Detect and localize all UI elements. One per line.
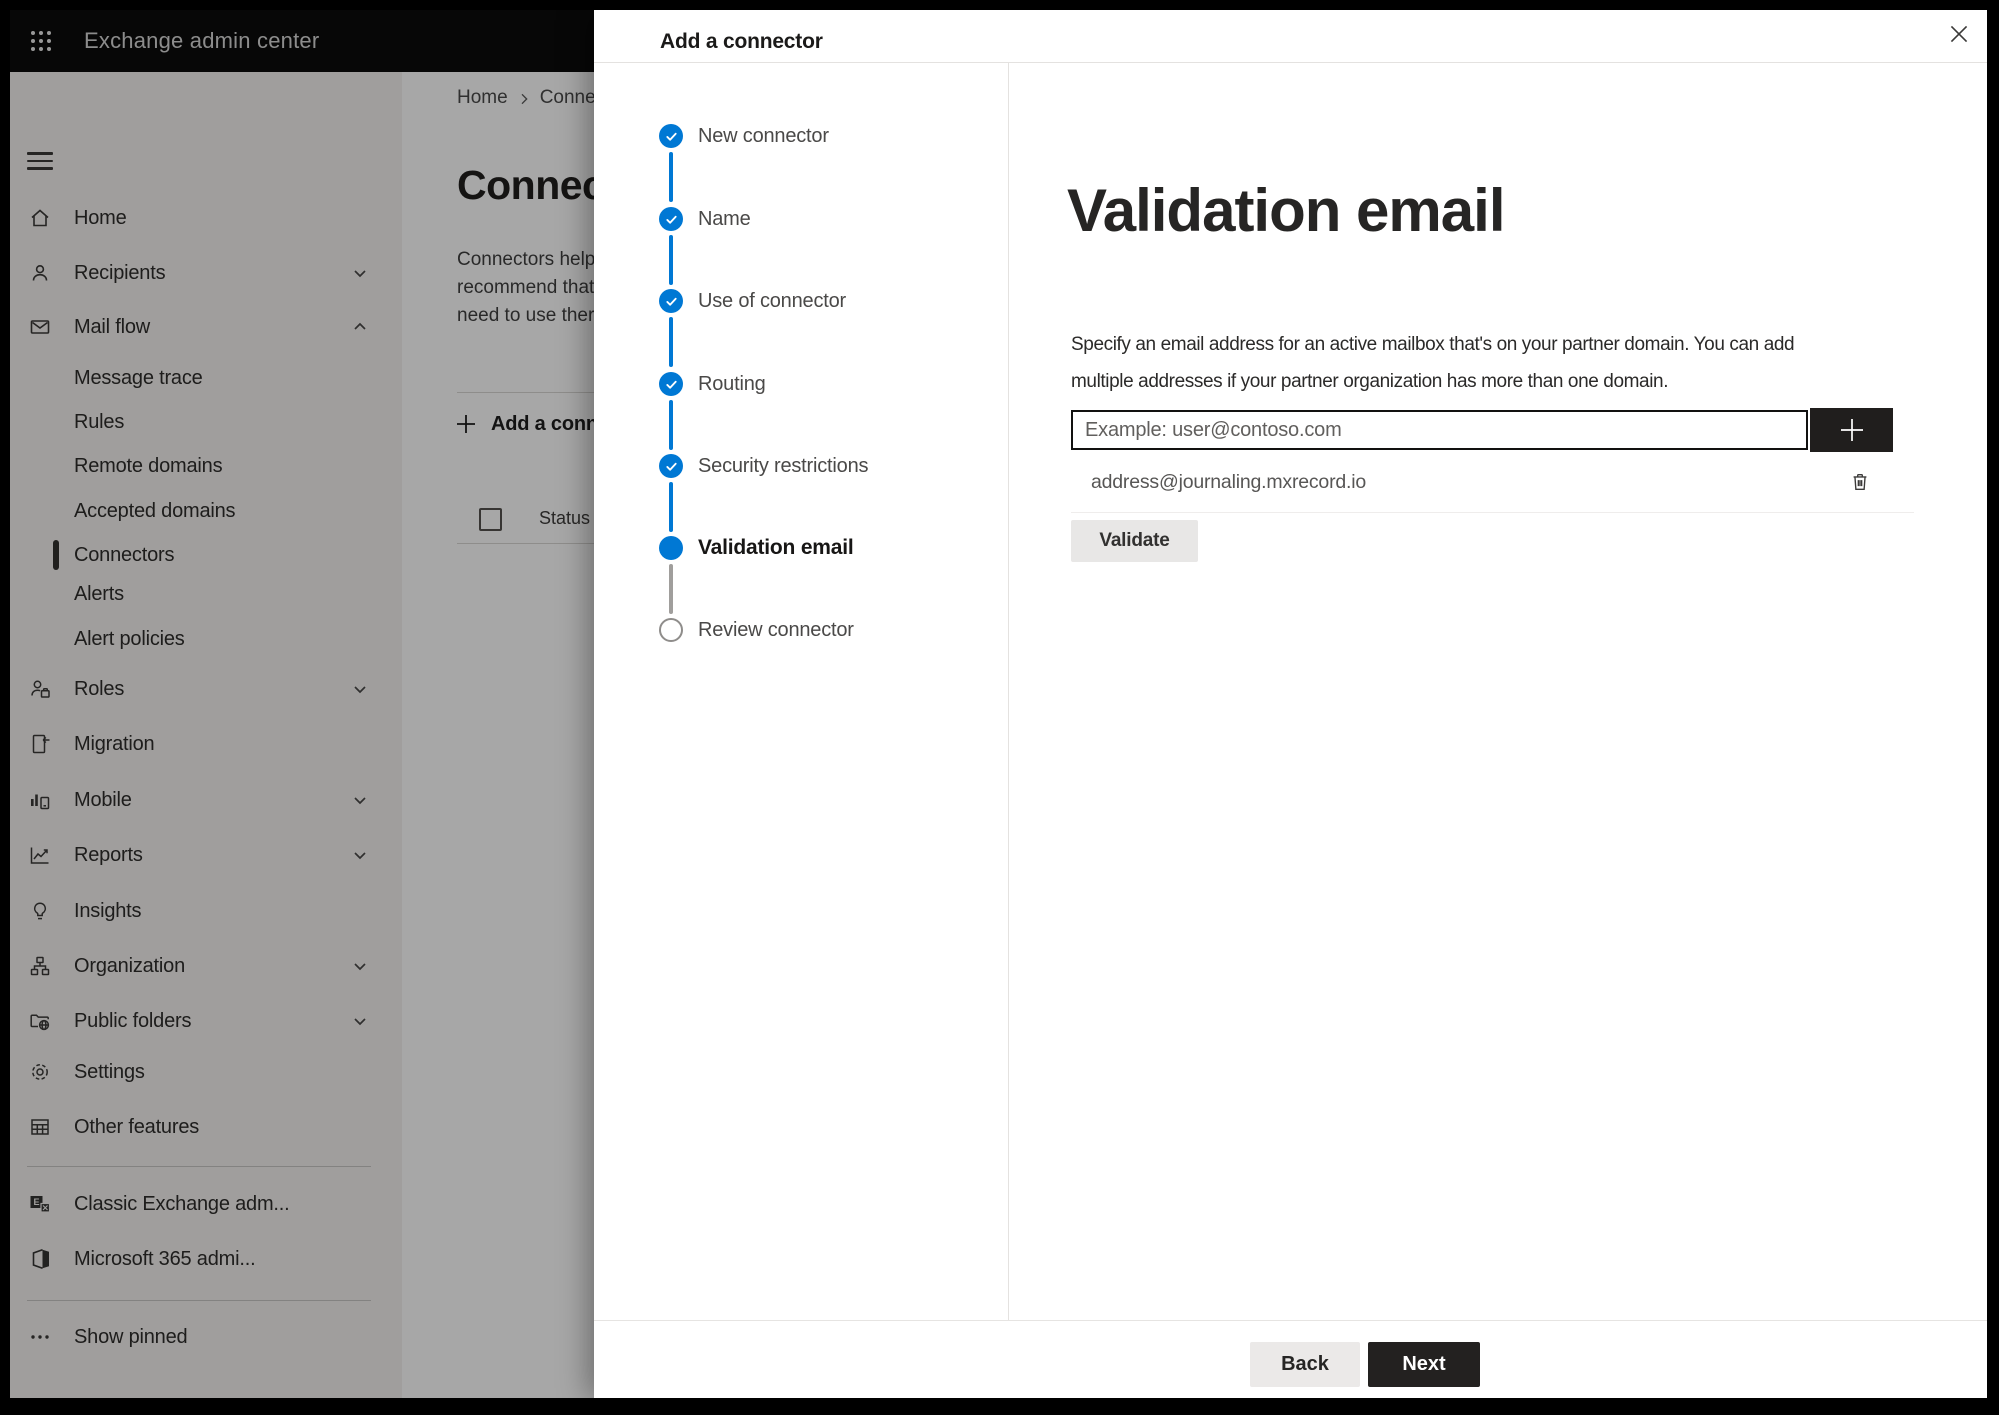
added-email-address: address@journaling.mxrecord.io (1091, 471, 1367, 493)
step-label-new-connector[interactable]: New connector (698, 122, 829, 150)
step-label-review-connector[interactable]: Review connector (698, 616, 854, 644)
step-connector-line (669, 317, 673, 367)
wizard-step-heading: Validation email (1067, 177, 1505, 244)
email-row-divider (1071, 512, 1914, 513)
step-circle-security-restrictions[interactable] (659, 454, 683, 478)
delete-email-button[interactable] (1842, 464, 1878, 500)
validate-button[interactable]: Validate (1071, 520, 1198, 562)
app-viewport: Exchange admin center Home Recipients Ma… (10, 10, 1987, 1398)
check-icon (665, 215, 677, 224)
add-email-button[interactable] (1810, 408, 1893, 452)
steps-content-divider (1008, 63, 1009, 1320)
step-label-routing[interactable]: Routing (698, 370, 766, 398)
step-label-validation-email[interactable]: Validation email (698, 534, 854, 562)
trash-icon (1853, 473, 1867, 491)
step-circle-validation-email[interactable] (659, 536, 683, 560)
step-connector-line (669, 564, 673, 614)
check-icon (665, 462, 677, 471)
step-circle-name[interactable] (659, 207, 683, 231)
step-connector-line (669, 235, 673, 285)
plus-icon (1840, 419, 1863, 441)
next-button[interactable]: Next (1368, 1342, 1480, 1387)
back-button[interactable]: Back (1250, 1342, 1360, 1387)
step-circle-routing[interactable] (659, 372, 683, 396)
wizard-step-description: Specify an email address for an active m… (1071, 334, 1795, 392)
check-icon (665, 297, 677, 306)
step-connector-line (669, 152, 673, 202)
step-connector-line (669, 482, 673, 532)
screenshot-frame: Exchange admin center Home Recipients Ma… (0, 0, 1999, 1415)
panel-title: Add a connector (660, 30, 823, 53)
validation-email-input[interactable] (1071, 410, 1808, 450)
add-connector-panel: Add a connector New connector Name Use o… (594, 10, 1987, 1398)
footer-divider (594, 1320, 1987, 1321)
step-label-security-restrictions[interactable]: Security restrictions (698, 452, 868, 480)
close-button[interactable] (1942, 17, 1976, 51)
step-circle-use-of-connector[interactable] (659, 289, 683, 313)
step-connector-line (669, 400, 673, 450)
step-circle-review-connector[interactable] (659, 618, 683, 642)
check-icon (665, 380, 677, 389)
close-icon (1950, 25, 1968, 43)
check-icon (665, 132, 677, 141)
panel-header-divider (594, 62, 1987, 63)
step-circle-new-connector[interactable] (659, 124, 683, 148)
step-label-use-of-connector[interactable]: Use of connector (698, 287, 846, 315)
step-label-name[interactable]: Name (698, 205, 751, 233)
